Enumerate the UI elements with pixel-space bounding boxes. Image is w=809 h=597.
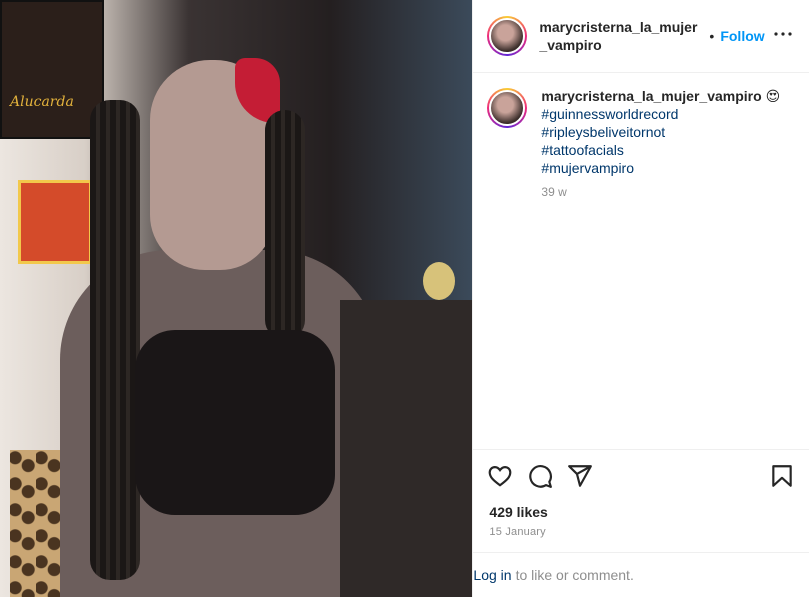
dreadlocks-right xyxy=(265,110,305,340)
like-heart-icon[interactable] xyxy=(487,463,513,489)
comment-icon[interactable] xyxy=(527,463,553,489)
hashtag-link[interactable]: #guinnessworldrecord xyxy=(541,105,780,123)
post-photo[interactable]: Alucarda xyxy=(0,0,473,597)
hashtag-link[interactable]: #tattoofacials xyxy=(541,141,780,159)
separator-dot: • xyxy=(709,28,715,44)
likes-count[interactable]: 429 likes xyxy=(489,502,793,522)
studded-top xyxy=(135,330,335,515)
save-bookmark-icon[interactable] xyxy=(769,463,795,489)
post-actions xyxy=(473,449,809,502)
post-meta: 429 likes 15 January xyxy=(473,502,809,552)
header-username[interactable]: marycristerna_la_mujer_vampiro xyxy=(539,18,697,54)
wall-frame xyxy=(18,180,92,264)
author-avatar[interactable] xyxy=(487,16,528,56)
instagram-post: Alucarda marycristerna_la_mujer_vampiro … xyxy=(0,0,809,597)
caption-username[interactable]: marycristerna_la_mujer_vampiro xyxy=(541,88,761,104)
dreadlocks-left xyxy=(90,100,140,580)
login-prompt: Log in to like or comment. xyxy=(473,552,809,597)
poster-title: Alucarda xyxy=(10,94,74,110)
caption-emoji: 😍 xyxy=(765,88,781,104)
skull-figurine xyxy=(423,262,455,300)
share-paper-plane-icon[interactable] xyxy=(567,463,593,489)
caption-body: marycristerna_la_mujer_vampiro 😍 #guinnes… xyxy=(541,87,780,201)
wall-poster: Alucarda xyxy=(0,0,104,139)
hashtag-link[interactable]: #ripleysbeliveitornot xyxy=(541,123,780,141)
post-header: marycristerna_la_mujer_vampiro • Follow xyxy=(473,0,809,73)
caption-avatar[interactable] xyxy=(487,88,528,128)
more-options-icon[interactable] xyxy=(771,22,795,51)
post-date: 15 January xyxy=(489,526,546,538)
post-side-panel: marycristerna_la_mujer_vampiro • Follow … xyxy=(472,0,809,597)
caption-age: 39 w xyxy=(541,185,567,199)
post-caption: marycristerna_la_mujer_vampiro 😍 #guinnes… xyxy=(473,73,809,449)
login-prompt-text: to like or comment. xyxy=(515,567,634,583)
login-link[interactable]: Log in xyxy=(473,567,511,583)
hashtag-link[interactable]: #mujervampiro xyxy=(541,159,780,177)
follow-button[interactable]: Follow xyxy=(720,28,764,44)
shelf xyxy=(340,300,473,597)
